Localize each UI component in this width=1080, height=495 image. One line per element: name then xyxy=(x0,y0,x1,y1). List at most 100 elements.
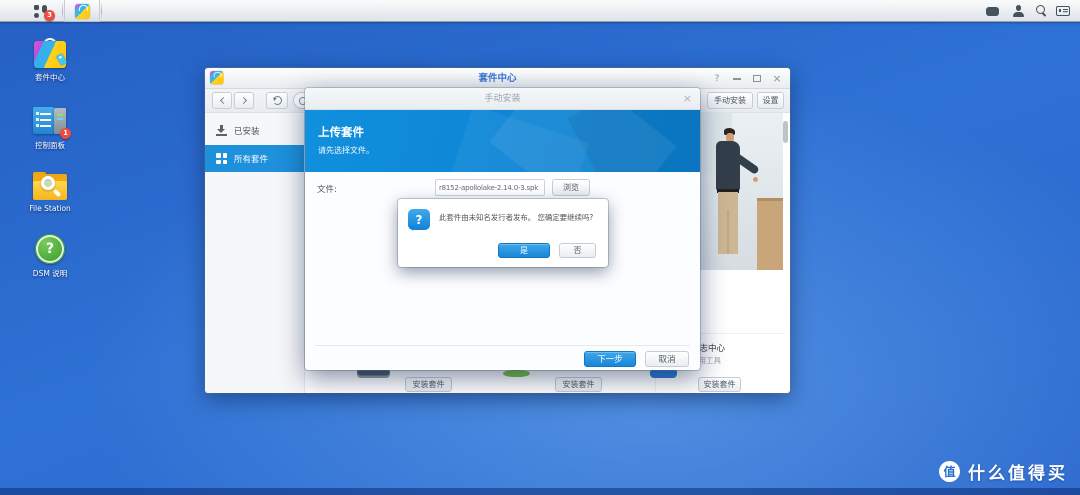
browse-button[interactable]: 浏览 xyxy=(552,179,590,196)
taskbar-separator xyxy=(101,2,102,20)
main-menu-button[interactable]: 3 xyxy=(22,0,60,22)
desktop-icon-package-center[interactable]: 套件中心 xyxy=(18,38,82,83)
chevron-right-icon xyxy=(239,97,246,104)
window-title: 套件中心 xyxy=(205,68,790,89)
smzdm-badge-icon: 值 xyxy=(939,461,960,482)
chevron-left-icon xyxy=(219,97,226,104)
taskbar-separator xyxy=(62,2,63,20)
photo-part xyxy=(753,177,758,182)
grid-icon xyxy=(216,153,227,164)
download-icon xyxy=(216,125,227,136)
global-search-button[interactable] xyxy=(1031,0,1053,22)
question-bubble-icon: ? xyxy=(408,209,430,230)
close-button[interactable]: × xyxy=(772,73,782,84)
icon-part xyxy=(57,118,63,120)
dialog-titlebar[interactable]: 手动安装 × xyxy=(305,88,700,110)
back-button[interactable] xyxy=(212,92,232,109)
install-package-button[interactable]: 安装套件 xyxy=(698,377,741,392)
package-icon xyxy=(650,370,677,378)
upload-subtitle: 请先选择文件。 xyxy=(318,145,374,156)
icon-part xyxy=(40,119,51,121)
notifications-button[interactable] xyxy=(981,0,1003,22)
upload-title: 上传套件 xyxy=(318,124,364,140)
desktop: 3 套件中心 xyxy=(0,0,1080,495)
install-package-button[interactable]: 安装套件 xyxy=(405,377,452,392)
widgets-icon xyxy=(1056,6,1070,16)
sidebar: 已安装 所有套件 xyxy=(205,113,305,393)
sidebar-item-all-packages[interactable]: 所有套件 xyxy=(205,145,304,172)
icon-part xyxy=(216,153,221,158)
divider xyxy=(315,345,690,346)
sidebar-item-installed[interactable]: 已安装 xyxy=(205,118,304,143)
desktop-icon-dsm-help[interactable]: ? DSM 说明 xyxy=(18,234,82,279)
smzdm-watermark: 值 什么值得买 xyxy=(939,459,1068,484)
file-label: 文件: xyxy=(317,183,337,195)
desktop-icon-label: 控制面板 xyxy=(18,140,82,151)
dialog-title: 手动安装 xyxy=(305,88,700,110)
scrollbar-thumb[interactable] xyxy=(783,121,788,143)
icon-part xyxy=(733,78,741,80)
package-center-icon xyxy=(34,38,66,68)
icon-part xyxy=(40,113,51,115)
bottom-strip xyxy=(0,488,1080,495)
control-panel-icon: 1 xyxy=(33,106,67,136)
widgets-button[interactable] xyxy=(1052,0,1074,22)
yes-button[interactable]: 是 xyxy=(498,243,550,258)
desktop-icon-label: File Station xyxy=(18,204,82,213)
photo-part xyxy=(716,141,740,191)
photo-part xyxy=(757,198,783,270)
notification-badge: 3 xyxy=(44,10,55,21)
sidebar-item-label: 已安装 xyxy=(234,125,260,137)
package-icon xyxy=(503,370,530,377)
question-glyph: ? xyxy=(46,241,54,257)
desktop-icon-label: 套件中心 xyxy=(18,72,82,83)
desktop-icon-file-station[interactable]: File Station xyxy=(18,172,82,213)
icon-part xyxy=(753,75,761,82)
no-button[interactable]: 否 xyxy=(559,243,596,258)
window-titlebar[interactable]: 套件中心 ? × xyxy=(205,68,790,89)
settings-button[interactable]: 设置 xyxy=(757,92,784,109)
icon-part xyxy=(36,112,39,115)
user-menu-button[interactable] xyxy=(1007,0,1029,22)
icon-part xyxy=(40,125,51,127)
upload-banner: 上传套件 请先选择文件。 xyxy=(305,110,700,172)
icon-part xyxy=(34,13,39,18)
main-menu-icon: 3 xyxy=(34,5,48,18)
user-icon xyxy=(1012,5,1025,17)
next-button[interactable]: 下一步 xyxy=(584,351,636,367)
icon-part xyxy=(216,134,227,136)
refresh-button[interactable] xyxy=(266,92,288,109)
confirm-dialog: ? 此套件由未知名发行者发布。 您确定要继续吗? 是 否 xyxy=(398,199,608,267)
file-name-input[interactable] xyxy=(435,179,545,196)
notification-badge: 1 xyxy=(60,128,71,139)
close-icon[interactable]: × xyxy=(683,88,692,110)
dsm-help-icon: ? xyxy=(35,234,65,264)
help-button[interactable]: ? xyxy=(712,73,722,84)
manual-install-button[interactable]: 手动安装 xyxy=(707,92,753,109)
install-package-button[interactable]: 安装套件 xyxy=(555,377,602,392)
icon-part xyxy=(34,5,39,10)
taskbar: 3 xyxy=(0,0,1080,22)
search-icon xyxy=(1036,5,1048,17)
refresh-icon xyxy=(273,96,282,105)
banner-photo xyxy=(700,113,783,270)
desktop-icon-label: DSM 说明 xyxy=(18,268,82,279)
minimize-button[interactable] xyxy=(732,73,742,84)
icon-part xyxy=(223,160,228,165)
desktop-icon-control-panel[interactable]: 1 控制面板 xyxy=(18,106,82,151)
package-icon xyxy=(357,370,390,378)
maximize-button[interactable] xyxy=(752,73,762,84)
taskbar-app-package-center[interactable] xyxy=(64,0,100,22)
forward-button[interactable] xyxy=(234,92,254,109)
cancel-button[interactable]: 取消 xyxy=(645,351,689,367)
sidebar-item-label: 所有套件 xyxy=(234,153,268,165)
package-center-icon xyxy=(75,4,90,19)
file-station-icon xyxy=(33,172,67,200)
magnifier-icon xyxy=(41,176,55,190)
confirm-message: 此套件由未知名发行者发布。 您确定要继续吗? xyxy=(439,212,605,223)
icon-part xyxy=(36,118,39,121)
icon-part xyxy=(57,114,63,116)
chat-icon xyxy=(986,7,999,16)
watermark-text: 什么值得买 xyxy=(968,459,1068,484)
photo-part xyxy=(718,192,738,254)
